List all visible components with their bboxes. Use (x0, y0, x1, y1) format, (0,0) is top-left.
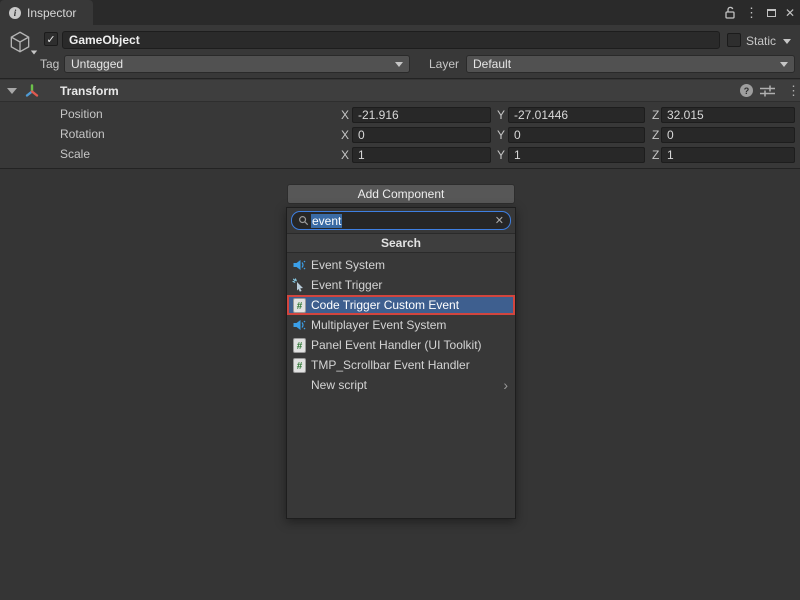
rotation-x-input[interactable] (352, 127, 491, 143)
tag-dropdown[interactable]: Untagged (64, 55, 410, 73)
foldout-arrow-icon[interactable] (7, 88, 17, 94)
icon-dropdown-caret[interactable] (31, 51, 37, 55)
position-x-input[interactable] (352, 107, 491, 123)
title-bar: i Inspector ⋮ ✕ (0, 0, 800, 25)
event-system-icon (292, 258, 306, 273)
scale-z-input[interactable] (661, 147, 795, 163)
transform-tool-icon (24, 83, 40, 102)
gameobject-header: ✓ Static Tag Untagged Layer Default (0, 25, 800, 79)
axis-y-label: Y (497, 107, 505, 123)
info-icon: i (9, 7, 21, 19)
no-icon (292, 378, 306, 393)
component-item-label: TMP_Scrollbar Event Handler (311, 358, 470, 372)
axis-y-label: Y (497, 127, 505, 143)
svg-text:#: # (296, 361, 302, 372)
layer-value: Default (473, 57, 780, 71)
position-label: Position (60, 107, 103, 121)
rotation-z-input[interactable] (661, 127, 795, 143)
event-system-icon (292, 318, 306, 333)
component-item[interactable]: Multiplayer Event System (287, 315, 515, 335)
help-icon[interactable]: ? (740, 84, 753, 97)
scale-x-input[interactable] (352, 147, 491, 163)
component-item-label: Multiplayer Event System (311, 318, 446, 332)
axis-z-label: Z (652, 107, 659, 123)
presets-icon[interactable] (760, 85, 775, 100)
axis-x-label: X (341, 107, 349, 123)
transform-title: Transform (60, 84, 119, 98)
component-item-label: New script (311, 378, 367, 392)
add-component-label: Add Component (358, 187, 445, 201)
transform-menu-icon[interactable]: ⋮ (787, 84, 800, 97)
csharp-script-icon: # (292, 338, 306, 353)
layer-caret-icon (780, 62, 788, 67)
tab-inspector[interactable]: i Inspector (0, 0, 93, 25)
component-item[interactable]: # Panel Event Handler (UI Toolkit) (287, 335, 515, 355)
axis-x-label: X (341, 127, 349, 143)
window-menu-icon[interactable]: ⋮ (745, 6, 758, 19)
search-header-label: Search (381, 236, 421, 250)
layer-label: Layer (429, 57, 459, 71)
axis-x-label: X (341, 147, 349, 163)
position-y-input[interactable] (508, 107, 645, 123)
gameobject-name-input[interactable] (62, 31, 720, 49)
rotation-y-input[interactable] (508, 127, 645, 143)
component-list: Event System Event Trigger # Code Trigge… (287, 255, 515, 395)
layer-dropdown[interactable]: Default (466, 55, 795, 73)
transform-header[interactable]: Transform ? ⋮ (0, 80, 800, 102)
axis-y-label: Y (497, 147, 505, 163)
component-item[interactable]: Event System (287, 255, 515, 275)
gameobject-cube-icon[interactable] (7, 29, 33, 58)
axis-z-label: Z (652, 127, 659, 143)
add-component-button[interactable]: Add Component (287, 184, 515, 204)
component-item-label: Event Trigger (311, 278, 382, 292)
component-item[interactable]: Event Trigger (287, 275, 515, 295)
position-z-input[interactable] (661, 107, 795, 123)
component-item-new-script[interactable]: New script › (287, 375, 515, 395)
rotation-label: Rotation (60, 127, 105, 141)
search-results-header: Search (287, 233, 515, 253)
active-checkbox[interactable]: ✓ (44, 32, 58, 46)
close-icon[interactable]: ✕ (785, 6, 795, 20)
static-flags-caret-icon[interactable] (783, 39, 791, 44)
maximize-icon[interactable] (767, 9, 776, 17)
add-component-popup: event ✕ Search Event System Event Trigge… (286, 207, 516, 519)
component-item-selected[interactable]: # Code Trigger Custom Event (287, 295, 515, 315)
tag-caret-icon (395, 62, 403, 67)
submenu-chevron-icon: › (503, 378, 515, 392)
component-item-label: Code Trigger Custom Event (311, 298, 459, 312)
transform-body: Position X Y Z Rotation X Y Z Scale X Y … (0, 102, 800, 169)
clear-search-icon[interactable]: ✕ (495, 214, 504, 227)
tab-label: Inspector (27, 6, 76, 20)
component-item-label: Event System (311, 258, 385, 272)
tag-value: Untagged (71, 57, 395, 71)
static-checkbox[interactable] (727, 33, 741, 47)
csharp-script-icon: # (292, 358, 306, 373)
component-item[interactable]: # TMP_Scrollbar Event Handler (287, 355, 515, 375)
tag-label: Tag (40, 57, 59, 71)
lock-icon[interactable] (724, 6, 736, 19)
search-icon (298, 215, 309, 226)
scale-label: Scale (60, 147, 90, 161)
csharp-script-icon: # (292, 298, 306, 313)
scale-y-input[interactable] (508, 147, 645, 163)
search-text-selected: event (311, 214, 342, 228)
static-label: Static (746, 34, 776, 48)
component-item-label: Panel Event Handler (UI Toolkit) (311, 338, 482, 352)
axis-z-label: Z (652, 147, 659, 163)
component-search-input[interactable]: event ✕ (291, 211, 511, 230)
event-trigger-icon (292, 278, 306, 293)
svg-text:#: # (296, 341, 302, 352)
svg-text:#: # (296, 301, 302, 312)
